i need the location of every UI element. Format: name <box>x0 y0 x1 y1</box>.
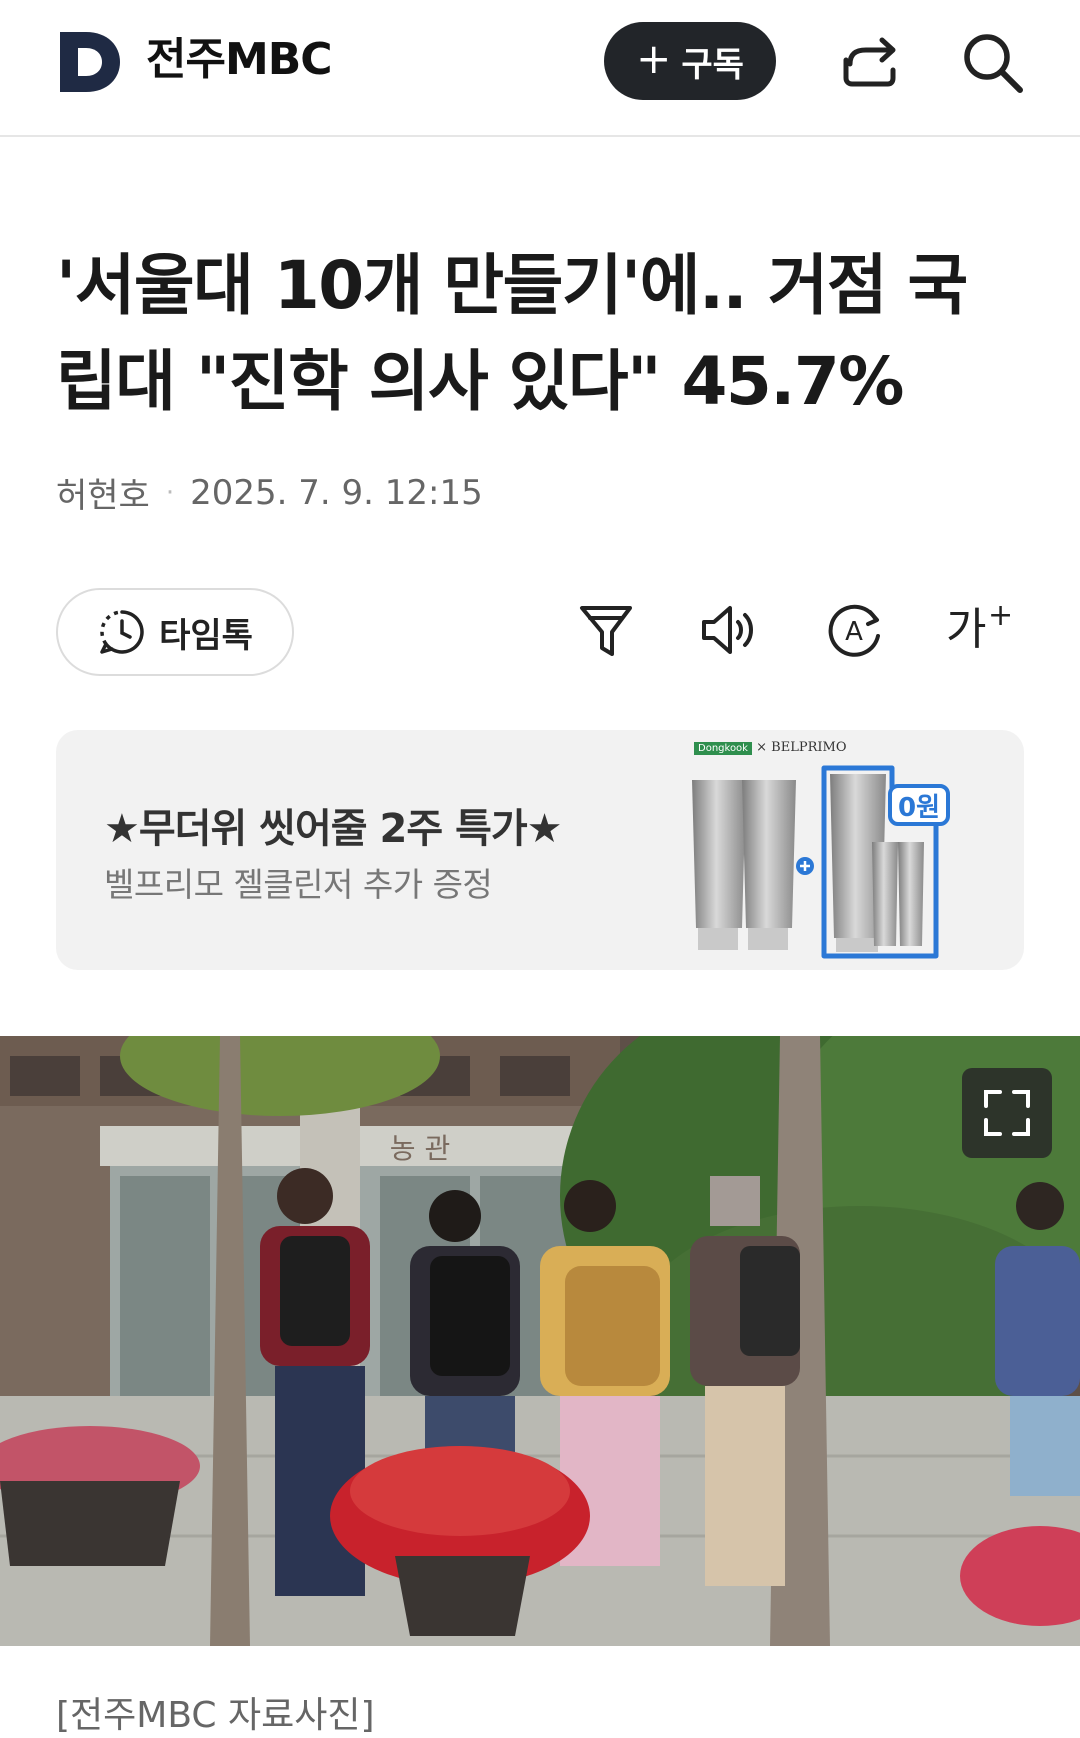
translate-icon[interactable]: A <box>822 598 886 662</box>
timetalk-label: 타임톡 <box>159 615 253 656</box>
article-meta: 허현호 · 2025. 7. 9. 12:15 <box>56 468 483 517</box>
press-brand-name[interactable]: 전주MBC <box>146 30 333 90</box>
expand-photo-button[interactable] <box>962 1068 1052 1158</box>
ad-title: ★무더위 씻어줄 2주 특가★ <box>104 806 563 852</box>
font-size-label: 가 <box>946 604 987 655</box>
ad-product-image: 0원 <box>692 765 950 959</box>
photo-caption: [전주MBC 자료사진] <box>56 1695 375 1736</box>
fullscreen-icon <box>984 1090 1030 1136</box>
share-icon[interactable] <box>836 30 902 96</box>
campus-photo-image: 농 관 <box>0 1036 1080 1646</box>
timetalk-clock-icon <box>100 610 144 654</box>
ad-banner[interactable]: ★무더위 씻어줄 2주 특가★ 벨프리모 젤클린저 추가 증정 Dongkook… <box>56 730 1024 970</box>
article-headline: '서울대 10개 만들기'에.. 거점 국 립대 "진학 의사 있다" 45.7… <box>56 238 1016 430</box>
headline-line-2: 립대 "진학 의사 있다" 45.7% <box>56 343 904 420</box>
search-icon[interactable] <box>958 28 1026 96</box>
ad-subtitle: 벨프리모 젤클린저 추가 증정 <box>104 865 493 904</box>
publish-datetime: 2025. 7. 9. 12:15 <box>190 472 483 513</box>
meta-separator: · <box>165 477 175 508</box>
ad-free-badge: 0원 <box>898 793 940 823</box>
font-size-button[interactable]: 가 + <box>946 598 1016 662</box>
headline-line-1: '서울대 10개 만들기'에.. 거점 국 <box>56 247 968 324</box>
article-photo[interactable]: 농 관 <box>0 1036 1080 1646</box>
author-name[interactable]: 허현호 <box>56 468 150 517</box>
plus-icon: + <box>988 598 1014 633</box>
plus-icon: + <box>636 34 672 83</box>
subscribe-button[interactable]: + 구독 <box>604 22 776 100</box>
building-sign-text: 농 관 <box>390 1132 450 1165</box>
speaker-icon[interactable] <box>698 598 762 662</box>
daum-logo-icon[interactable] <box>56 28 124 96</box>
timetalk-button[interactable]: 타임톡 <box>56 588 294 676</box>
svg-text:A: A <box>845 617 863 647</box>
app-header: 전주MBC + 구독 <box>0 0 1080 137</box>
summary-filter-icon[interactable] <box>574 598 638 662</box>
subscribe-label: 구독 <box>681 44 744 85</box>
